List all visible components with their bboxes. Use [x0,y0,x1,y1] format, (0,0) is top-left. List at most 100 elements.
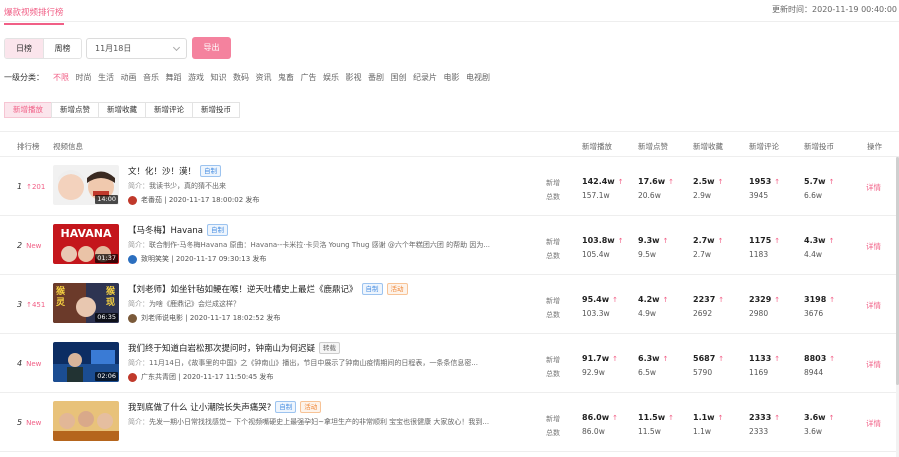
intro-text: 我读书少，真的猜不出来 [149,182,226,190]
video-title[interactable]: 文！化！沙！漠！ [128,165,196,177]
detail-link[interactable]: 详情 [866,182,881,193]
video-title[interactable]: 【马冬梅】Havana [128,224,203,236]
avatar[interactable] [128,372,137,382]
tab-new-likes[interactable]: 新增点赞 [51,102,99,118]
up-arrow-icon: ↑ [612,355,619,363]
category-item[interactable]: 不限 [53,72,69,83]
fav-added: 2.7w ↑ [693,236,723,245]
avatar[interactable] [128,195,137,205]
intro-text: 先发一期小日常找找感觉~ 下个视频嘴硬史上最强孕妇~拿坦生产的非常顺利 宝宝也很… [149,418,490,426]
detail-link[interactable]: 详情 [866,359,881,370]
author-name[interactable]: 刘老师说电影 [141,313,183,323]
video-tag: 自制 [361,283,383,295]
video-duration: 06:35 [95,313,118,322]
tab-new-comments[interactable]: 新增评论 [145,102,193,118]
video-title[interactable]: 我到底做了什么 让小潮院长失声痛哭? [128,401,271,413]
total-label: 总数 [546,429,560,437]
category-item[interactable]: 纪录片 [413,72,437,83]
date-select[interactable]: 11月18日 [86,37,187,59]
author-name[interactable]: 老番茄 [141,195,162,205]
publish-time: 2020-11-17 18:00:02 发布 [168,196,260,204]
category-item[interactable]: 动画 [121,72,137,83]
author-line: 致明笑笑 | 2020-11-17 09:30:13 发布 [128,254,266,264]
tab-new-favorites[interactable]: 新增收藏 [98,102,146,118]
comment-added-value: 2333 [749,413,772,422]
category-item[interactable]: 鬼畜 [278,72,294,83]
rank-number: 2 New [17,241,41,250]
video-tag: 转载 [319,342,341,354]
avatar[interactable] [128,254,137,264]
category-item[interactable]: 影视 [346,72,362,83]
weekly-tab[interactable]: 周榜 [43,38,81,58]
avatar[interactable] [128,313,137,323]
intro-label: 简介： [128,359,149,367]
video-title[interactable]: 【刘老师】如坐针毡如鲠在喉！逆天吐槽史上最烂《鹿鼎记》 [128,283,358,295]
category-item[interactable]: 电视剧 [466,72,490,83]
col-coins: 新增投币 [804,142,834,151]
category-item[interactable]: 资讯 [256,72,272,83]
video-thumbnail[interactable]: 猴灵 猴现 06:35 [53,283,119,323]
category-item[interactable]: 舞蹈 [166,72,182,83]
daily-tab[interactable]: 日榜 [5,38,43,58]
filter-controls: 日榜 周榜 11月18日 导出 [4,37,231,59]
up-arrow-icon: ↑ [774,296,781,304]
category-item[interactable]: 时尚 [76,72,92,83]
category-item[interactable]: 生活 [98,72,114,83]
category-item[interactable]: 广告 [301,72,317,83]
rank-change: New [26,360,42,368]
detail-link[interactable]: 详情 [866,300,881,311]
category-item[interactable]: 番剧 [368,72,384,83]
video-tag: 活动 [386,283,408,295]
intro-text: 11月14日，《故事里的中国》之《钟南山》播出，节目中展示了钟南山疫情期间的日程… [149,359,478,367]
comment-added: 1953 ↑ [749,177,780,186]
fav-added: 2237 ↑ [693,295,724,304]
rank-number: 5 New [17,418,41,427]
intro-text: 为啥《鹿鼎记》会烂成这样？ [149,300,240,308]
export-button[interactable]: 导出 [192,37,231,59]
detail-link[interactable]: 详情 [866,241,881,252]
video-title[interactable]: 我们终于知道白岩松那次提问时，钟南山为何迟疑 [128,342,315,354]
tab-new-coins[interactable]: 新增投币 [192,102,240,118]
play-added-value: 95.4w [582,295,610,304]
top-bar: 爆款视频排行榜 更新时间：2020-11-19 00:40:00 [0,0,899,25]
category-item[interactable]: 知识 [211,72,227,83]
comment-added: 2329 ↑ [749,295,780,304]
up-arrow-icon: ↑ [717,178,724,186]
like-added: 4.2w ↑ [638,295,668,304]
like-added-value: 17.6w [638,177,666,186]
category-item[interactable]: 游戏 [188,72,204,83]
author-name[interactable]: 致明笑笑 [141,254,169,264]
up-arrow-icon: ↑ [774,178,781,186]
video-intro: 简介：11月14日，《故事里的中国》之《钟南山》播出，节目中展示了钟南山疫情期间… [128,358,526,368]
fav-added-value: 2.5w [693,177,715,186]
intro-label: 简介： [128,241,149,249]
up-arrow-icon: ↑ [774,237,781,245]
play-added: 95.4w ↑ [582,295,618,304]
category-item[interactable]: 国创 [391,72,407,83]
comment-total: 2333 [749,427,769,436]
video-thumbnail[interactable]: 02:06 [53,342,119,382]
video-thumbnail[interactable]: 14:00 [53,165,119,205]
coin-added-value: 3198 [804,295,827,304]
tab-new-plays[interactable]: 新增播放 [4,102,52,118]
like-added: 11.5w ↑ [638,413,674,422]
category-item[interactable]: 电影 [444,72,460,83]
category-item[interactable]: 数码 [233,72,249,83]
video-thumbnail[interactable] [53,401,119,441]
rank-value: 1 [17,182,23,191]
period-switch: 日榜 周榜 [4,37,82,59]
coin-added-value: 8803 [804,354,827,363]
separator: | [169,255,176,263]
video-tag: 自制 [200,165,222,177]
detail-link[interactable]: 详情 [866,418,881,429]
video-thumbnail[interactable]: HAVANA 01:37 [53,224,119,264]
category-item[interactable]: 音乐 [143,72,159,83]
coin-added: 3198 ↑ [804,295,835,304]
comment-added: 1175 ↑ [749,236,780,245]
tab-viral-video-ranking[interactable]: 爆款视频排行榜 [4,6,64,25]
category-item[interactable]: 娱乐 [323,72,339,83]
author-name[interactable]: 广东共青团 [141,372,176,382]
separator: | [183,314,190,322]
up-arrow-icon: ↑ [668,414,675,422]
coin-total: 4.4w [804,250,823,259]
